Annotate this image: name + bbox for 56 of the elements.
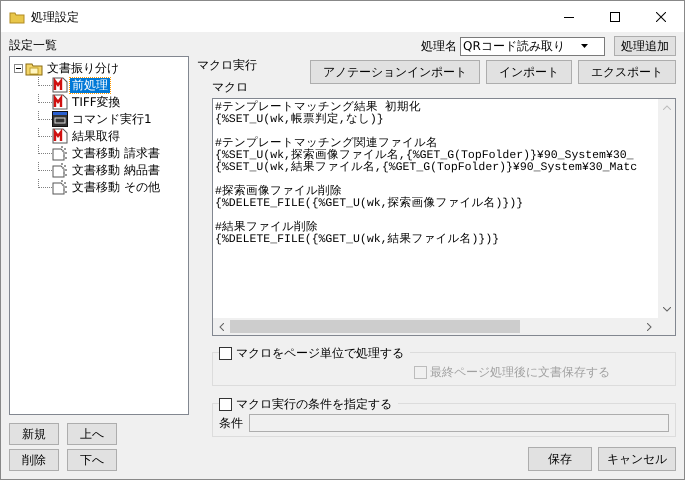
tree-item[interactable]: 文書振り分け [45,60,121,76]
code-line: #探索画像ファイル削除 [215,186,342,198]
checkbox-label: マクロ実行の条件を指定する [236,396,392,413]
toolbar-button[interactable]: アノテーションインポート [310,60,480,84]
window-title: 処理設定 [31,8,79,26]
tree-item[interactable]: TIFF変換 [70,94,123,110]
checkbox-label: 最終ページ処理後に文書保存する [430,364,610,381]
marked-document-icon [52,94,68,110]
toolbar-button[interactable]: エクスポート [578,60,676,84]
maximize-icon [610,12,620,22]
vertical-scrollbar[interactable] [658,99,675,318]
tree-item[interactable]: 文書移動 請求書 [70,146,162,160]
toolbar-button[interactable]: インポート [486,60,572,84]
field-label: 処理名 [421,38,457,55]
dialog-button[interactable]: キャンセル [598,447,676,471]
collapse-icon[interactable] [14,64,23,72]
add-process-button[interactable]: 処理追加 [614,36,676,56]
tree-item[interactable]: 結果取得 [70,128,122,144]
marked-document-icon [52,77,68,93]
sidebar-button[interactable]: 削除 [9,449,59,471]
document-icon [52,162,68,178]
field-label: 条件 [219,415,243,432]
document-icon [52,145,68,161]
checkbox-label: マクロをページ単位で処理する [236,345,404,362]
code-line: #テンプレートマッチング関連ファイル名 [215,138,438,150]
field-label: マクロ [212,79,249,96]
checkbox[interactable] [219,398,232,410]
dialog-button[interactable]: 保存 [528,447,592,471]
folder-icon [9,10,25,24]
code-line: {%SET_U(wk,帳票判定,なし)} [215,114,385,126]
tree-item[interactable]: 文書移動 その他 [70,180,162,194]
macro-editor[interactable] [212,98,676,336]
marked-document-icon [52,128,68,144]
dropdown-arrow-icon [580,44,588,48]
tree-item[interactable]: コマンド実行1 [70,112,154,126]
horizontal-scrollbar[interactable] [213,318,675,335]
sidebar-button[interactable]: 下へ [67,449,117,471]
code-line: {%DELETE_FILE({%GET_U(wk,探索画像ファイル名)})} [215,198,524,210]
code-line: #結果ファイル削除 [215,222,318,234]
tree-item[interactable]: 前処理 [70,78,110,92]
code-line: {%SET_U(wk,結果ファイル名,{%GET_G(TopFolder)}¥90_System¥30_Matc [215,162,638,174]
tree-item[interactable]: 文書移動 納品書 [70,162,162,178]
code-line: {%SET_U(wk,探索画像ファイル名,{%GET_G(TopFolder)}¥90_System¥30_ [215,150,634,162]
terminal-window-icon [52,111,68,127]
close-icon [656,12,666,22]
folder-icon [25,60,43,76]
section-label: 設定一覧 [9,37,58,54]
checkbox[interactable] [219,346,232,360]
code-line: #テンプレートマッチング結果 初期化 [215,102,422,114]
sidebar-button[interactable]: 新規 [9,423,59,445]
sidebar-button[interactable]: 上へ [67,423,117,445]
scrollbar-thumb[interactable] [230,320,520,333]
document-icon [52,179,68,195]
section-title: マクロ実行 [197,57,257,74]
process-name-dropdown[interactable]: QRコード読み取り [460,36,605,56]
code-line: {%DELETE_FILE({%GET_U(wk,結果ファイル名)})} [215,234,500,246]
